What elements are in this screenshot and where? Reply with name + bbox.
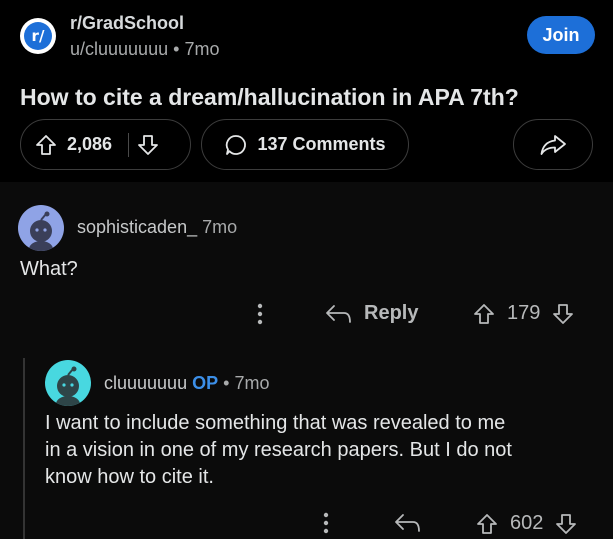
commenter-avatar[interactable]: [45, 360, 91, 406]
comment-author[interactable]: cluuuuuuu: [104, 373, 187, 393]
op-badge: OP: [192, 373, 219, 393]
reply-label: Reply: [364, 302, 419, 324]
reply-button[interactable]: [393, 512, 423, 534]
subreddit-icon-glyph: r/: [24, 22, 52, 50]
comment-score: 602: [510, 512, 544, 534]
comment-author[interactable]: sophisticaden_: [77, 217, 197, 237]
comments-button[interactable]: 137 Comments: [201, 119, 409, 170]
comment-body-line: know how to cite it.: [45, 466, 214, 488]
subreddit-icon[interactable]: r/: [20, 18, 56, 54]
reply-arrow-icon: [326, 304, 351, 323]
share-icon: [539, 133, 567, 157]
commenter-avatar[interactable]: [18, 205, 64, 251]
post-author[interactable]: u/cluuuuuuu: [70, 39, 168, 59]
meta-separator: •: [223, 373, 230, 393]
comment-author-line: cluuuuuuu OP • 7mo: [104, 373, 269, 394]
comment-age: 7mo: [234, 373, 270, 393]
comment-body-line: I want to include something that was rev…: [45, 412, 506, 434]
downvote-icon[interactable]: [555, 513, 577, 535]
share-button[interactable]: [513, 119, 593, 170]
snoo-avatar-icon: [29, 211, 53, 251]
comments-count: 137 Comments: [257, 134, 386, 154]
more-options-icon: [257, 303, 263, 325]
upvote-icon[interactable]: [35, 134, 57, 156]
vote-bar: 2,086: [20, 119, 191, 170]
comment-body: What?: [20, 258, 78, 280]
post-title[interactable]: How to cite a dream/hallucination in APA…: [20, 84, 519, 111]
downvote-icon[interactable]: [552, 303, 574, 325]
post-age: 7mo: [184, 39, 220, 59]
comment-author-line: sophisticaden_ 7mo: [77, 217, 237, 238]
reply-arrow-icon: [395, 514, 420, 532]
downvote-icon[interactable]: [137, 134, 159, 156]
comment-body: I want to include something that was rev…: [45, 410, 605, 491]
join-button[interactable]: Join: [527, 16, 595, 54]
vote-divider: [128, 132, 130, 157]
more-options-icon: [323, 512, 329, 534]
comment-vote-bar: 602: [476, 512, 577, 535]
post-score: 2,086: [67, 134, 113, 154]
upvote-icon[interactable]: [476, 513, 498, 535]
thread-line[interactable]: [23, 358, 25, 539]
more-options-button[interactable]: [250, 300, 270, 328]
post-card: r/ r/GradSchool u/cluuuuuuu • 7mo Join H…: [0, 0, 613, 182]
comment-body-line: in a vision in one of my research papers…: [45, 439, 512, 461]
meta-separator: •: [173, 39, 180, 59]
reply-button[interactable]: Reply: [324, 302, 418, 325]
comment-score: 179: [507, 302, 541, 324]
subreddit-name[interactable]: r/GradSchool: [70, 13, 184, 34]
snoo-avatar-icon: [56, 366, 80, 406]
comment-age: 7mo: [202, 217, 238, 237]
post-meta: u/cluuuuuuu • 7mo: [70, 39, 219, 60]
more-options-button[interactable]: [316, 509, 336, 537]
upvote-icon[interactable]: [473, 303, 495, 325]
comment-bubble-icon: [224, 133, 248, 157]
comment-vote-bar: 179: [473, 302, 574, 325]
